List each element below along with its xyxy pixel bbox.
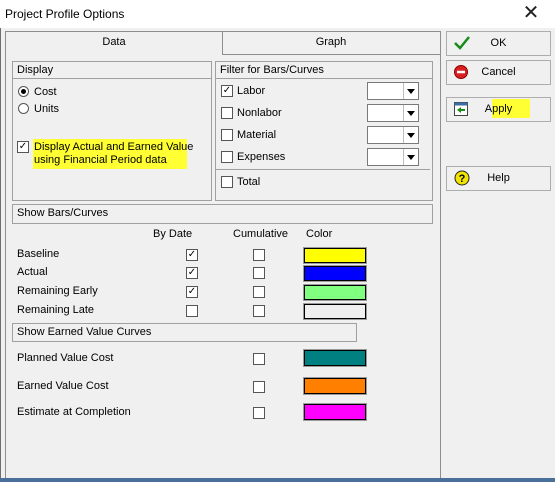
total-label: Total bbox=[237, 176, 261, 188]
window-border bbox=[0, 28, 1, 482]
earned-header: Show Earned Value Curves bbox=[17, 326, 152, 338]
expenses-combo[interactable] bbox=[367, 148, 419, 166]
financial-period-label: Display Actual and Earned Value using Fi… bbox=[34, 141, 194, 166]
help-label: Help bbox=[487, 172, 510, 184]
apply-button[interactable]: Apply bbox=[446, 97, 551, 122]
expenses-checkbox[interactable] bbox=[221, 151, 233, 163]
labor-label: Labor bbox=[237, 85, 266, 97]
units-label: Units bbox=[34, 103, 60, 115]
by-date-checkbox[interactable]: ✓ bbox=[186, 267, 198, 279]
cumulative-checkbox[interactable] bbox=[253, 286, 265, 298]
chevron-down-icon[interactable] bbox=[403, 127, 418, 143]
bars-header: Show Bars/Curves bbox=[17, 207, 109, 219]
col-by-date: By Date bbox=[153, 228, 193, 240]
color-swatch[interactable] bbox=[303, 349, 367, 367]
chevron-down-icon[interactable] bbox=[403, 149, 418, 165]
total-checkbox[interactable] bbox=[221, 176, 233, 188]
taskbar-strip bbox=[0, 478, 555, 482]
by-date-checkbox[interactable]: ✓ bbox=[186, 249, 198, 261]
material-checkbox[interactable] bbox=[221, 129, 233, 141]
earned-header-box: Show Earned Value Curves bbox=[12, 323, 357, 342]
by-date-checkbox[interactable]: ✓ bbox=[186, 286, 198, 298]
bar-row-label: Baseline bbox=[17, 248, 60, 260]
labor-checkbox[interactable]: ✓ bbox=[221, 85, 233, 97]
ok-button[interactable]: OK bbox=[446, 31, 551, 56]
color-swatch[interactable] bbox=[303, 265, 367, 282]
financial-period-checkbox[interactable]: ✓ bbox=[17, 141, 29, 153]
tab-graph[interactable]: Graph bbox=[221, 31, 441, 55]
apply-label: Apply bbox=[484, 103, 513, 115]
cost-radio[interactable] bbox=[18, 86, 29, 97]
cumulative-checkbox[interactable] bbox=[253, 305, 265, 317]
bar-row-label: Remaining Early bbox=[17, 285, 98, 297]
color-swatch[interactable] bbox=[303, 284, 367, 301]
by-date-checkbox[interactable] bbox=[186, 305, 198, 317]
bars-header-box: Show Bars/Curves bbox=[12, 204, 433, 224]
col-color: Color bbox=[306, 228, 333, 240]
filter-divider bbox=[216, 169, 430, 170]
col-cumulative: Cumulative bbox=[233, 228, 289, 240]
filter-header: Filter for Bars/Curves bbox=[216, 62, 432, 79]
tab-data[interactable]: Data bbox=[5, 31, 223, 55]
earned-row-label: Planned Value Cost bbox=[17, 352, 114, 364]
bar-row-label: Actual bbox=[17, 266, 48, 278]
nonlabor-label: Nonlabor bbox=[237, 107, 282, 119]
display-header: Display bbox=[13, 62, 211, 79]
cumulative-checkbox[interactable] bbox=[253, 249, 265, 261]
chevron-down-icon[interactable] bbox=[403, 105, 418, 121]
color-swatch[interactable] bbox=[303, 303, 367, 320]
color-swatch[interactable] bbox=[303, 403, 367, 421]
labor-combo[interactable] bbox=[367, 82, 419, 100]
cancel-button[interactable]: Cancel bbox=[446, 60, 551, 85]
material-combo[interactable] bbox=[367, 126, 419, 144]
cost-label: Cost bbox=[34, 86, 57, 98]
bar-row-label: Remaining Late bbox=[17, 304, 95, 316]
earned-row-label: Estimate at Completion bbox=[17, 406, 131, 418]
earned-row-label: Earned Value Cost bbox=[17, 380, 109, 392]
units-radio[interactable] bbox=[18, 103, 29, 114]
color-swatch[interactable] bbox=[303, 377, 367, 395]
chevron-down-icon[interactable] bbox=[403, 83, 418, 99]
material-label: Material bbox=[237, 129, 277, 141]
nonlabor-checkbox[interactable] bbox=[221, 107, 233, 119]
display-group: Display bbox=[12, 61, 212, 201]
cancel-label: Cancel bbox=[481, 66, 516, 78]
cumulative-checkbox[interactable] bbox=[253, 267, 265, 279]
cumulative-checkbox[interactable] bbox=[253, 407, 265, 419]
nonlabor-combo[interactable] bbox=[367, 104, 419, 122]
color-swatch[interactable] bbox=[303, 247, 367, 264]
expenses-label: Expenses bbox=[237, 151, 286, 163]
help-button[interactable]: ? Help bbox=[446, 166, 551, 191]
close-button[interactable]: ✕ bbox=[518, 3, 544, 25]
ok-label: OK bbox=[490, 37, 507, 49]
window-title: Project Profile Options bbox=[5, 7, 125, 21]
cumulative-checkbox[interactable] bbox=[253, 353, 265, 365]
cumulative-checkbox[interactable] bbox=[253, 381, 265, 393]
